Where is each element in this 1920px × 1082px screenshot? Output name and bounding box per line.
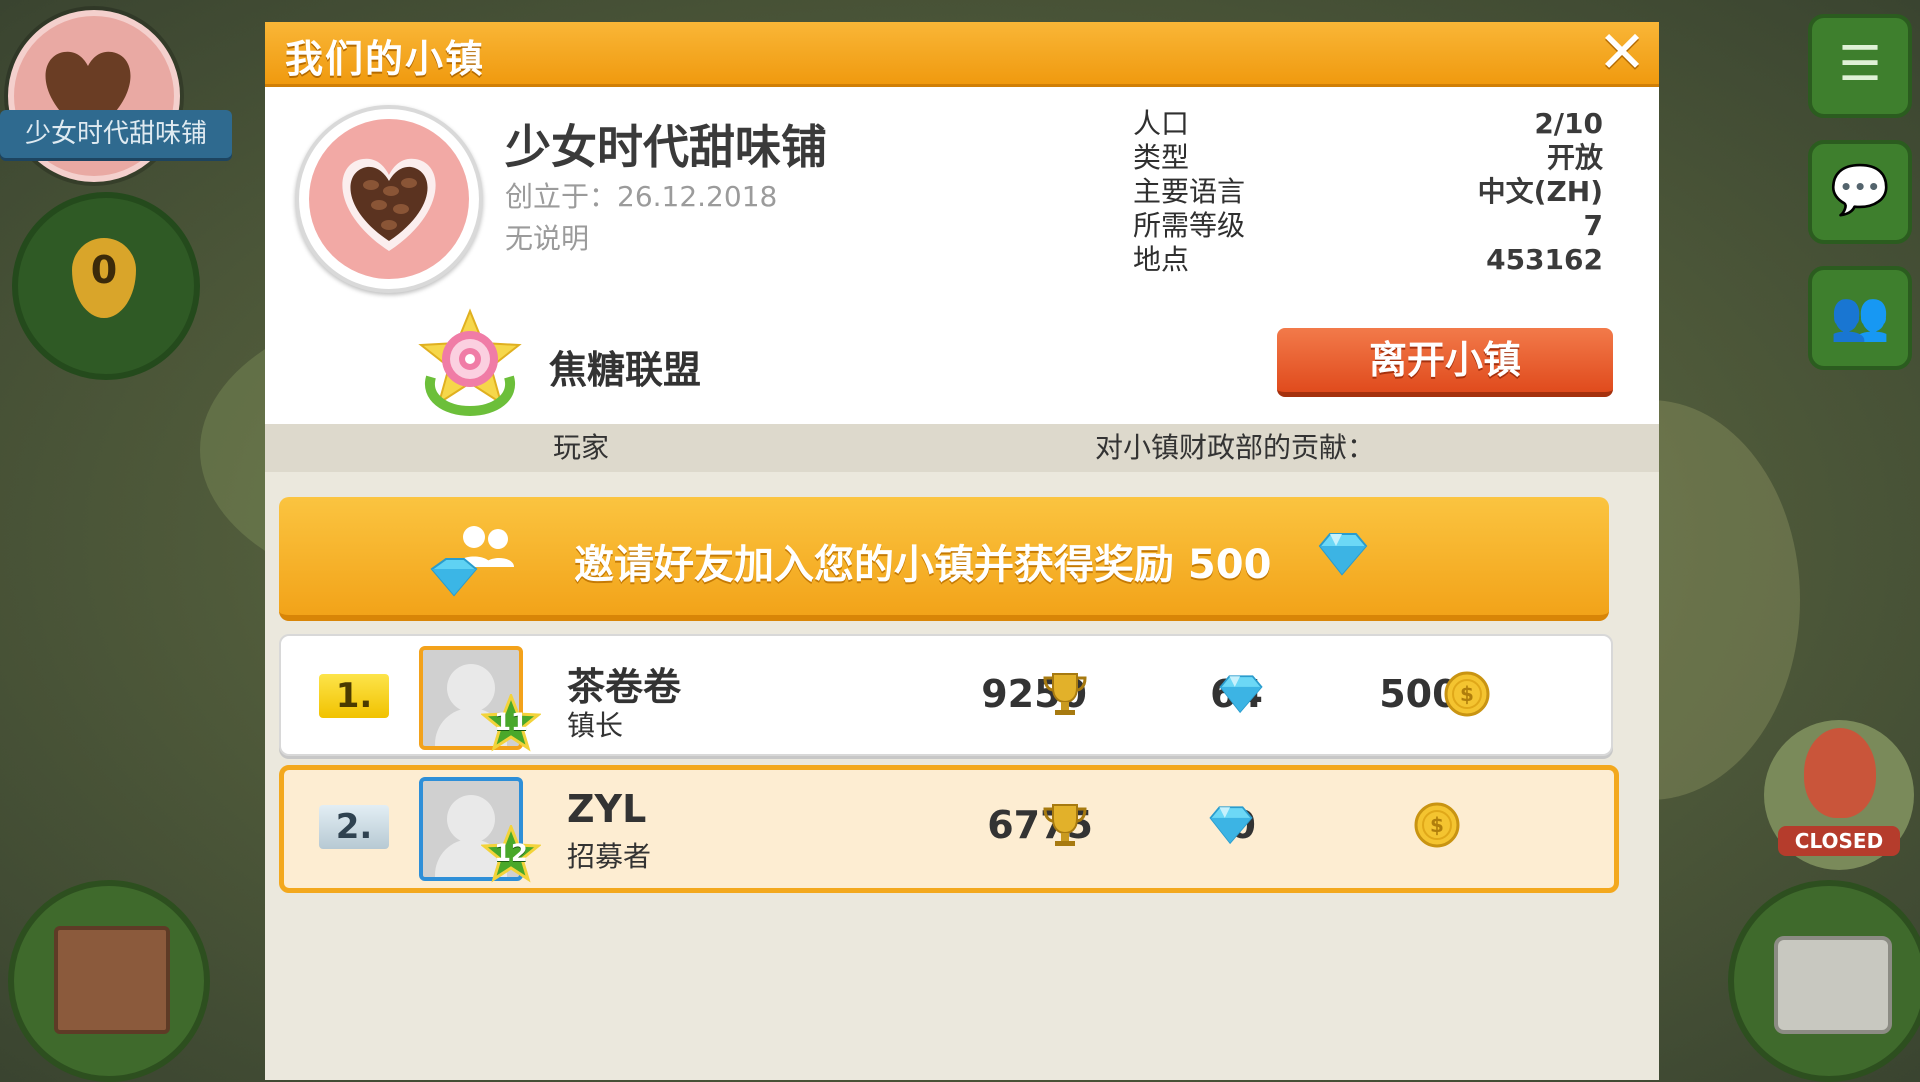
stat-value: 开放 bbox=[1546, 141, 1603, 174]
column-contribution: 对小镇财政部的贡献： bbox=[1095, 431, 1376, 464]
list-icon: ☰ bbox=[1838, 36, 1882, 92]
player-name: ZYL bbox=[567, 787, 647, 831]
level-star: 12 bbox=[480, 822, 542, 885]
stat-value: 7 bbox=[1583, 209, 1603, 242]
gem-icon bbox=[1209, 806, 1253, 845]
closed-label: CLOSED bbox=[1778, 826, 1900, 856]
rank-badge: 1. bbox=[319, 674, 389, 718]
chat-icon: 💬 bbox=[1830, 162, 1890, 218]
coin-icon: $ bbox=[1444, 671, 1490, 717]
town-name: 少女时代甜味铺 bbox=[505, 120, 827, 174]
coin-icon: $ bbox=[1414, 802, 1460, 848]
friends-button[interactable]: 👥 bbox=[1808, 266, 1912, 370]
stat-row: 所需等级 7 bbox=[1133, 209, 1603, 243]
cash-register-icon bbox=[1774, 936, 1892, 1034]
svg-text:$: $ bbox=[1430, 813, 1444, 837]
stat-row: 主要语言 中文(ZH) bbox=[1133, 175, 1603, 209]
invite-text: 邀请好友加入您的小镇并获得奖励 500 bbox=[574, 542, 1272, 588]
member-row-self[interactable]: 2. 12 ZYL 招募者 6775 0 0 bbox=[279, 765, 1619, 893]
svg-text:$: $ bbox=[1460, 682, 1474, 706]
close-button[interactable]: ✕ bbox=[1595, 23, 1649, 81]
hot-air-balloon-icon bbox=[1804, 728, 1876, 818]
trophy-icon bbox=[1043, 673, 1087, 715]
level-star: 11 bbox=[480, 691, 542, 754]
stat-label: 类型 bbox=[1133, 141, 1190, 174]
trophy-button[interactable]: 0 bbox=[12, 192, 200, 380]
members-column-header: 玩家 对小镇财政部的贡献： bbox=[265, 424, 1659, 472]
gem-icon bbox=[1219, 675, 1263, 714]
stat-label: 人口 bbox=[1133, 107, 1190, 140]
stat-row: 类型 开放 bbox=[1133, 141, 1603, 175]
player-role: 镇长 bbox=[567, 709, 624, 742]
town-dialog: 我们的小镇 ✕ 少女时代甜味铺 创立于：26.12.2018 无说明 人口 2/… bbox=[265, 22, 1659, 1080]
town-description: 无说明 bbox=[505, 222, 590, 255]
close-icon: ✕ bbox=[1597, 18, 1647, 86]
trophy-count: 0 bbox=[72, 238, 136, 318]
dialog-titlebar: 我们的小镇 ✕ bbox=[265, 22, 1659, 87]
shop-house-icon bbox=[54, 926, 170, 1034]
gem-icon bbox=[1318, 533, 1368, 576]
stat-row: 人口 2/10 bbox=[1133, 107, 1603, 141]
stat-label: 地点 bbox=[1133, 243, 1190, 276]
stat-row: 地点 453162 bbox=[1133, 243, 1603, 277]
town-name-banner: 少女时代甜味铺 bbox=[0, 110, 232, 158]
stat-label: 所需等级 bbox=[1133, 209, 1246, 242]
player-name: 茶卷卷 bbox=[567, 665, 682, 709]
player-role: 招募者 bbox=[567, 840, 652, 873]
invite-friends-icon bbox=[430, 526, 514, 597]
invite-friends-button[interactable]: 邀请好友加入您的小镇并获得奖励 500 bbox=[279, 497, 1609, 621]
stat-label: 主要语言 bbox=[1133, 175, 1246, 208]
menu-list-button[interactable]: ☰ bbox=[1808, 14, 1912, 118]
column-player: 玩家 bbox=[553, 431, 610, 464]
balloon-event-button[interactable]: CLOSED bbox=[1764, 720, 1914, 870]
stat-value: 2/10 bbox=[1534, 107, 1603, 140]
player-level: 12 bbox=[494, 839, 528, 867]
founded-date: 创立于：26.12.2018 bbox=[505, 180, 778, 213]
rank-badge: 2. bbox=[319, 805, 389, 849]
town-stats: 人口 2/10 类型 开放 主要语言 中文(ZH) 所需等级 7 地点 4531… bbox=[1133, 107, 1603, 277]
member-row[interactable]: 1. 11 茶卷卷 镇长 9250 64 5000 bbox=[279, 634, 1613, 756]
trophy-icon bbox=[1043, 804, 1087, 846]
league-candy-icon bbox=[418, 308, 522, 417]
league-name: 焦糖联盟 bbox=[549, 348, 702, 392]
cash-register-button[interactable] bbox=[1728, 880, 1920, 1082]
coffee-heart-icon bbox=[342, 158, 436, 251]
stat-value: 中文(ZH) bbox=[1477, 175, 1603, 208]
dialog-title: 我们的小镇 bbox=[285, 37, 486, 81]
player-level: 11 bbox=[494, 708, 528, 736]
leave-town-button[interactable]: 离开小镇 bbox=[1277, 328, 1613, 397]
town-avatar bbox=[295, 105, 483, 293]
stat-value: 453162 bbox=[1486, 243, 1603, 276]
town-info-panel: 少女时代甜味铺 创立于：26.12.2018 无说明 人口 2/10 类型 开放… bbox=[265, 87, 1659, 427]
friends-icon: 👥 bbox=[1830, 288, 1890, 344]
shop-button[interactable] bbox=[8, 880, 210, 1082]
chat-button[interactable]: 💬 bbox=[1808, 140, 1912, 244]
town-avatar-inner bbox=[309, 119, 469, 279]
